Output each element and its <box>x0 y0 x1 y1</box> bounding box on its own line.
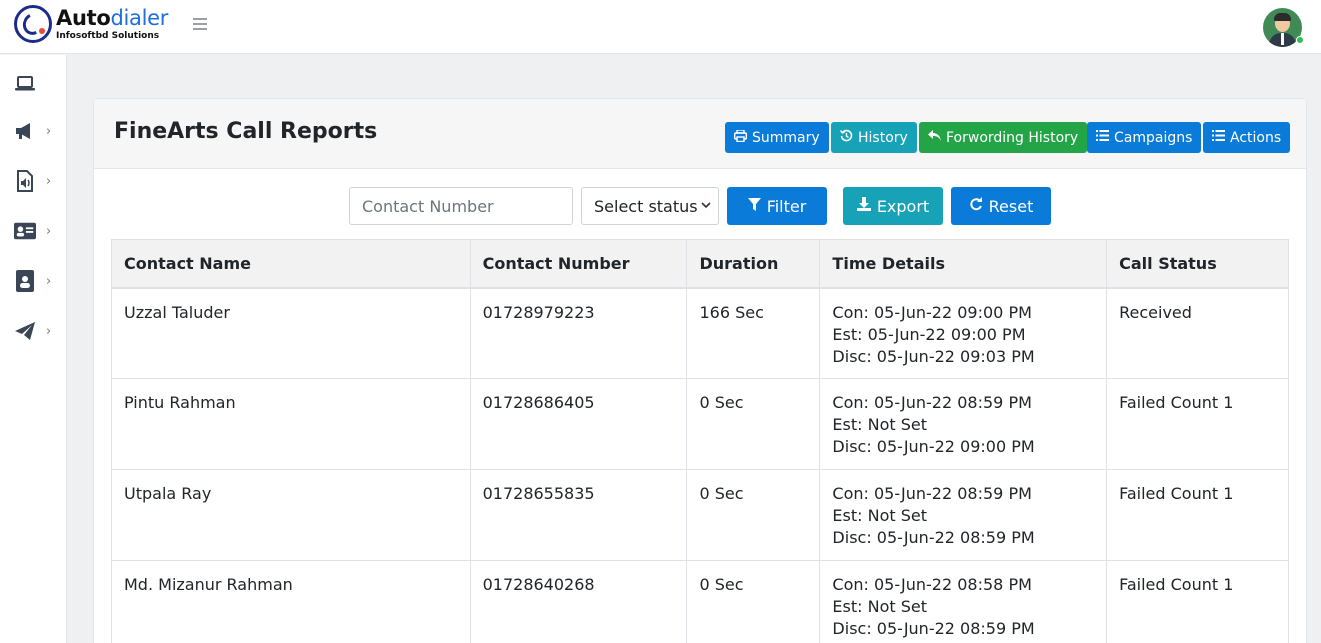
connected-time: Con: 05-Jun-22 08:58 PM <box>832 575 1032 594</box>
sidebar: › › › › › <box>0 55 67 643</box>
duration-cell: 0 Sec <box>686 378 821 470</box>
id-card-icon <box>14 220 36 242</box>
column-header-call-status[interactable]: Call Status <box>1106 239 1289 289</box>
connected-time: Con: 05-Jun-22 08:59 PM <box>832 393 1032 412</box>
chevron-right-icon: › <box>46 223 52 239</box>
logo-subtitle: Infosoftbd Solutions <box>56 30 160 41</box>
export-button[interactable]: Export <box>843 187 943 225</box>
reset-button[interactable]: Reset <box>951 187 1051 225</box>
sidebar-item-campaigns[interactable]: › <box>0 111 67 151</box>
megaphone-icon <box>14 120 36 142</box>
status-select[interactable]: Select status <box>581 187 719 225</box>
time-details-cell: Con: 05-Jun-22 08:58 PM Est: Not Set Dis… <box>819 560 1108 643</box>
printer-icon <box>733 128 748 146</box>
call-status-cell: Failed Count 1 <box>1106 378 1289 470</box>
time-details-cell: Con: 05-Jun-22 09:00 PM Est: 05-Jun-22 0… <box>819 287 1108 379</box>
paper-plane-icon <box>14 320 36 342</box>
time-details-cell: Con: 05-Jun-22 08:59 PM Est: Not Set Dis… <box>819 469 1108 561</box>
time-details-cell: Con: 05-Jun-22 08:59 PM Est: Not Set Dis… <box>819 378 1108 470</box>
chevron-right-icon: › <box>46 173 52 189</box>
summary-button[interactable]: Summary <box>725 122 829 153</box>
established-time: Est: Not Set <box>832 415 928 434</box>
established-time: Est: Not Set <box>832 597 928 616</box>
sidebar-item-phonebook[interactable]: › <box>0 261 67 301</box>
table-row: Pintu Rahman 01728686405 0 Sec Con: 05-J… <box>111 378 1289 470</box>
established-time: Est: Not Set <box>832 506 928 525</box>
forwarding-history-button[interactable]: Forwording History <box>919 122 1088 153</box>
menu-toggle-icon[interactable] <box>193 18 207 30</box>
connected-time: Con: 05-Jun-22 08:59 PM <box>832 484 1032 503</box>
table-row: Utpala Ray 01728655835 0 Sec Con: 05-Jun… <box>111 469 1289 561</box>
download-icon <box>856 197 871 215</box>
page-title: FineArts Call Reports <box>114 119 378 144</box>
call-status-cell: Received <box>1106 287 1289 379</box>
contact-book-icon <box>14 270 36 292</box>
contact-number-cell: 01728979223 <box>469 287 688 379</box>
chevron-right-icon: › <box>46 123 52 139</box>
history-icon <box>839 129 853 146</box>
contact-number-cell: 01728686405 <box>469 378 688 470</box>
autodialer-logo-icon <box>14 5 52 43</box>
table-header-row: Contact Name Contact Number Duration Tim… <box>111 239 1289 289</box>
column-header-time-details[interactable]: Time Details <box>819 239 1108 289</box>
table-row: Md. Mizanur Rahman 01728640268 0 Sec Con… <box>111 560 1289 643</box>
call-status-cell: Failed Count 1 <box>1106 469 1289 561</box>
call-reports-table: Contact Name Contact Number Duration Tim… <box>111 239 1289 643</box>
logo-wordmark: Autodialer <box>56 5 169 30</box>
chevron-down-icon <box>700 198 712 215</box>
contact-name-cell: Uzzal Taluder <box>111 287 471 379</box>
refresh-icon <box>969 197 983 215</box>
online-status-dot <box>1296 36 1304 44</box>
disconnected-time: Disc: 05-Jun-22 08:59 PM <box>832 528 1035 547</box>
disconnected-time: Disc: 05-Jun-22 09:03 PM <box>832 346 1035 366</box>
chevron-right-icon: › <box>46 273 52 289</box>
column-header-contact-name[interactable]: Contact Name <box>111 239 471 289</box>
card-header: FineArts Call Reports Summary History Fo… <box>94 99 1306 169</box>
top-navbar: Autodialer Infosoftbd Solutions <box>0 0 1321 54</box>
list-icon <box>1212 130 1225 145</box>
table-row: Uzzal Taluder 01728979223 166 Sec Con: 0… <box>111 287 1289 379</box>
status-select-value: Select status <box>594 196 698 216</box>
sidebar-item-messages[interactable]: › <box>0 311 67 351</box>
sidebar-item-dashboard[interactable] <box>0 63 67 103</box>
duration-cell: 0 Sec <box>686 469 821 561</box>
disconnected-time: Disc: 05-Jun-22 09:00 PM <box>832 437 1035 456</box>
sidebar-item-audio[interactable]: › <box>0 161 67 201</box>
contact-number-cell: 01728655835 <box>469 469 688 561</box>
duration-cell: 0 Sec <box>686 560 821 643</box>
contact-name-cell: Md. Mizanur Rahman <box>111 560 471 643</box>
list-icon <box>1096 130 1109 145</box>
laptop-icon <box>14 72 36 94</box>
contact-name-cell: Utpala Ray <box>111 469 471 561</box>
contact-number-cell: 01728640268 <box>469 560 688 643</box>
column-header-contact-number[interactable]: Contact Number <box>469 239 688 289</box>
chevron-right-icon: › <box>46 323 52 339</box>
app-logo[interactable]: Autodialer Infosoftbd Solutions <box>14 5 168 43</box>
duration-cell: 166 Sec <box>686 287 821 379</box>
sidebar-item-contacts[interactable]: › <box>0 211 67 251</box>
audio-file-icon <box>14 170 36 192</box>
contact-number-input[interactable] <box>349 187 573 225</box>
reply-icon <box>928 130 941 145</box>
history-button[interactable]: History <box>831 122 917 153</box>
filter-button[interactable]: Filter <box>727 187 827 225</box>
funnel-icon <box>747 197 761 215</box>
established-time: Est: 05-Jun-22 09:00 PM <box>832 324 1026 344</box>
contact-name-cell: Pintu Rahman <box>111 378 471 470</box>
campaigns-button[interactable]: Campaigns <box>1087 122 1202 153</box>
column-header-duration[interactable]: Duration <box>686 239 821 289</box>
disconnected-time: Disc: 05-Jun-22 08:59 PM <box>832 619 1035 638</box>
actions-button[interactable]: Actions <box>1203 122 1291 153</box>
call-status-cell: Failed Count 1 <box>1106 560 1289 643</box>
connected-time: Con: 05-Jun-22 09:00 PM <box>832 302 1032 322</box>
